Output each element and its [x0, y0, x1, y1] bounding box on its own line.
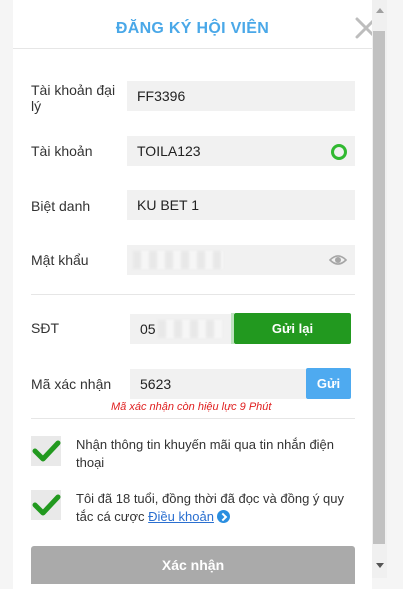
promo-checkbox-label: Nhận thông tin khuyến mãi qua tin nhắn đ…	[76, 437, 335, 470]
verification-hint: Mã xác nhận còn hiệu lực 9 Phút	[111, 401, 272, 413]
verification-code-field[interactable]: 5623	[130, 369, 306, 399]
password-label: Mật khẩu	[31, 252, 89, 268]
masked-password	[133, 251, 223, 269]
masked-phone	[158, 320, 222, 338]
agent-account-field[interactable]: FF3396	[127, 81, 355, 111]
send-code-button[interactable]: Gửi	[306, 368, 351, 399]
header-divider	[13, 48, 372, 49]
promo-checkbox[interactable]	[31, 436, 61, 466]
verification-code-label: Mã xác nhận	[31, 376, 112, 392]
registration-dialog: ĐĂNG KÝ HỘI VIÊN Tài khoản đại lý FF3396…	[13, 0, 372, 589]
eye-icon[interactable]	[329, 253, 347, 267]
terms-checkbox[interactable]	[31, 490, 61, 520]
resend-button[interactable]: Gửi lại	[234, 313, 351, 344]
nickname-field[interactable]: KU BET 1	[127, 190, 355, 220]
phone-prefix: 05	[140, 321, 156, 337]
phone-label: SĐT	[31, 320, 59, 336]
account-label: Tài khoản	[31, 143, 93, 159]
valid-circle-icon	[331, 144, 347, 160]
password-field[interactable]	[127, 245, 355, 275]
account-field[interactable]: TOILA123	[127, 136, 355, 166]
submit-button[interactable]: Xác nhận	[31, 546, 355, 584]
scrollbar-thumb[interactable]	[373, 31, 385, 544]
section-divider	[31, 294, 355, 295]
scroll-down-icon[interactable]	[376, 563, 384, 568]
arrow-right-circle-icon[interactable]	[216, 510, 230, 523]
account-value: TOILA123	[137, 143, 201, 159]
terms-checkbox-label: Tôi đã 18 tuổi, đồng thời đã đọc và đồng…	[76, 490, 346, 526]
terms-link[interactable]: Điều khoản	[148, 509, 214, 524]
phone-field[interactable]: 05	[130, 314, 232, 344]
agent-account-label: Tài khoản đại lý	[31, 82, 116, 114]
section-divider	[31, 418, 355, 419]
dialog-title: ĐĂNG KÝ HỘI VIÊN	[115, 20, 270, 37]
nickname-label: Biệt danh	[31, 198, 91, 214]
scroll-up-icon[interactable]	[376, 8, 384, 13]
